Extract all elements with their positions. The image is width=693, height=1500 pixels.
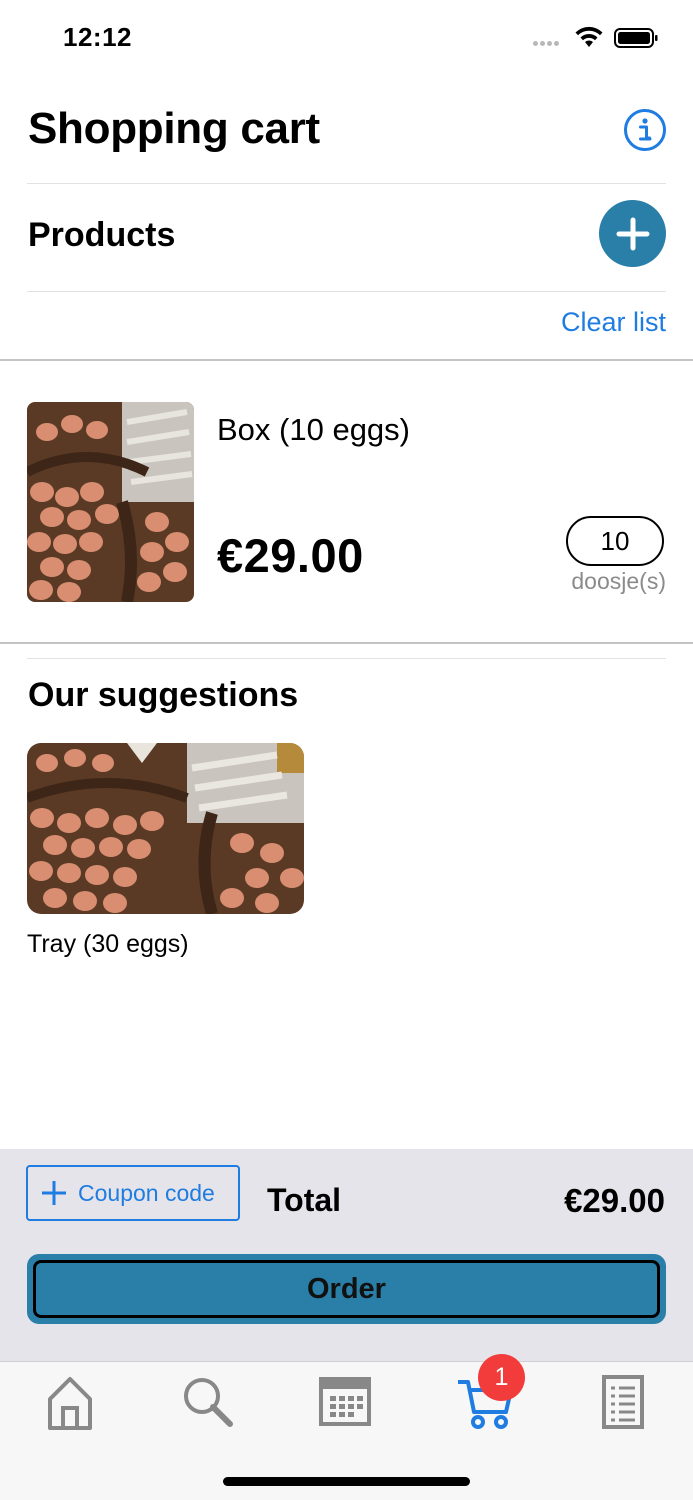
battery-icon (614, 28, 658, 48)
tab-calendar[interactable] (305, 1374, 385, 1434)
list-icon (602, 1375, 644, 1429)
home-indicator (223, 1477, 470, 1486)
total-value: €29.00 (564, 1182, 665, 1219)
cart-count-badge: 1 (478, 1354, 525, 1401)
divider (0, 642, 693, 644)
products-title: Products (28, 216, 176, 254)
products-section-header: Products (28, 198, 666, 270)
order-button[interactable]: Order (27, 1254, 666, 1324)
product-name: Box (10 eggs) (217, 412, 410, 447)
tab-orders[interactable] (583, 1374, 663, 1434)
suggestion-image (27, 743, 304, 914)
coupon-code-label: Coupon code (78, 1179, 215, 1206)
plus-icon (616, 217, 649, 250)
clear-list-button[interactable]: Clear list (561, 307, 666, 338)
status-bar: 12:12 (0, 0, 693, 80)
quantity-field[interactable]: 10 (566, 516, 664, 566)
status-time: 12:12 (63, 22, 132, 52)
calendar-icon (319, 1377, 371, 1426)
suggestion-card[interactable]: Tray (30 eggs) (27, 743, 304, 959)
home-icon (48, 1377, 92, 1430)
tab-home[interactable] (30, 1374, 110, 1434)
order-button-label: Order (33, 1260, 660, 1318)
divider (27, 183, 666, 184)
page-title: Shopping cart (28, 104, 320, 153)
product-image (27, 402, 194, 602)
total-label: Total (267, 1182, 342, 1218)
suggestion-name: Tray (30 eggs) (27, 930, 189, 958)
divider (27, 291, 666, 292)
add-product-button[interactable] (599, 200, 666, 267)
coupon-code-button[interactable]: Coupon code (26, 1165, 240, 1221)
suggestions-title: Our suggestions (28, 676, 299, 714)
divider (0, 359, 693, 361)
search-icon (184, 1378, 233, 1427)
checkout-footer: Coupon code Total €29.00 Order (0, 1149, 693, 1361)
divider (27, 658, 666, 659)
quantity-unit: doosje(s) (571, 568, 666, 594)
plus-icon (42, 1181, 66, 1205)
product-price: €29.00 (217, 529, 364, 582)
page-header: Shopping cart (28, 98, 666, 162)
cart-item: Box (10 eggs) €29.00 10 doosje(s) (27, 402, 667, 602)
wifi-icon (575, 26, 603, 47)
tab-search[interactable] (168, 1374, 248, 1434)
signal-icon (533, 41, 565, 47)
info-circle-icon[interactable] (623, 108, 667, 152)
